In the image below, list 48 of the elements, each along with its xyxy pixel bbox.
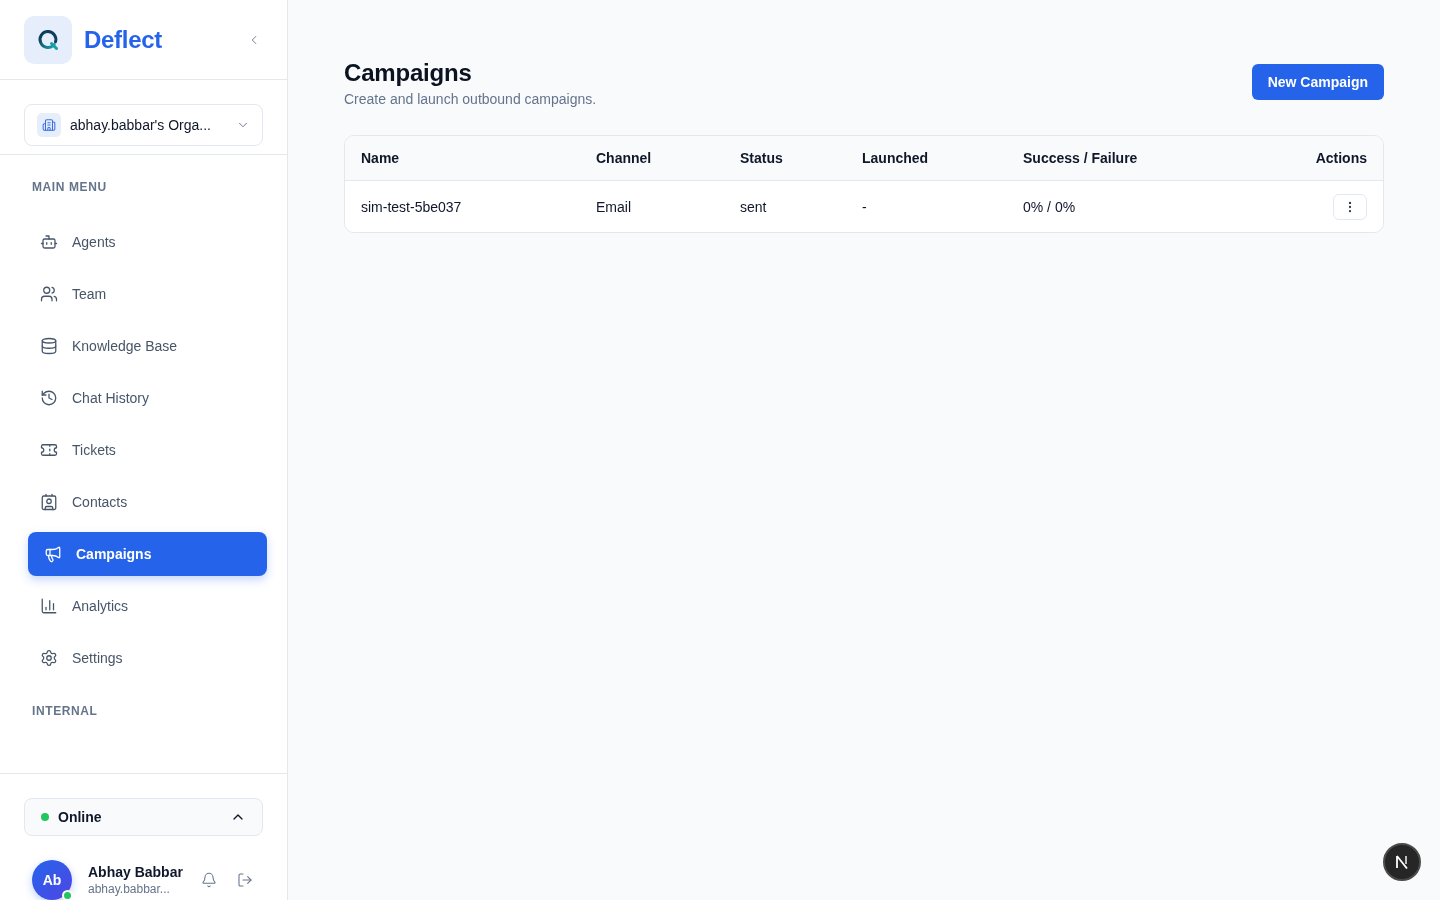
- column-header: Actions: [1315, 150, 1367, 166]
- database-icon: [40, 337, 58, 355]
- column-header: Name: [361, 150, 401, 166]
- nav-item[interactable]: Analytics: [28, 584, 267, 628]
- column-header: Channel: [596, 150, 653, 166]
- nav-item[interactable]: Tickets: [28, 428, 267, 472]
- table-cell-text: Email: [596, 198, 632, 215]
- user-name: Abhay Babbar: [88, 864, 183, 880]
- page-title: Campaigns: [344, 60, 473, 86]
- history-icon: [40, 389, 58, 407]
- nav-item[interactable]: Contacts: [28, 480, 267, 524]
- table-cell-text: sent: [740, 198, 768, 215]
- bell-icon: [201, 872, 217, 888]
- brand-name: Deflect: [84, 25, 162, 54]
- section-label: MAIN MENU: [31, 179, 108, 195]
- megaphone-icon: [44, 545, 62, 563]
- new-campaign-button[interactable]: New Campaign: [1251, 64, 1384, 100]
- table-cell-text: sim-test-5be037: [361, 198, 463, 215]
- user-email: abhay.babbar...: [88, 882, 171, 896]
- nav-item[interactable]: Team: [28, 272, 267, 316]
- status-select[interactable]: Online: [24, 798, 263, 836]
- organization-select[interactable]: abhay.babbar's Orga...: [24, 104, 263, 146]
- page-subtitle: Create and launch outbound campaigns.: [344, 90, 597, 108]
- nav-item[interactable]: Chat History: [28, 376, 267, 420]
- status-dot-icon: [41, 813, 49, 821]
- nav-item[interactable]: Knowledge Base: [28, 324, 267, 368]
- building-icon: [37, 113, 61, 137]
- notifications-button[interactable]: [199, 870, 219, 890]
- logo-icon: [24, 15, 72, 64]
- users-icon: [40, 285, 58, 303]
- bar-chart-icon: [40, 597, 58, 615]
- nav-item[interactable]: Agents: [28, 220, 267, 264]
- nav-item[interactable]: Campaigns: [28, 532, 267, 576]
- contact-card-icon: [40, 493, 58, 511]
- table-cell-text: -: [862, 198, 868, 215]
- avatar: Ab: [32, 860, 72, 900]
- column-header: Launched: [862, 150, 930, 166]
- section-label: INTERNAL: [31, 703, 99, 719]
- settings-icon: [40, 649, 58, 667]
- robot-icon: [40, 233, 58, 251]
- ticket-icon: [40, 441, 58, 459]
- nav-item[interactable]: Settings: [28, 636, 267, 680]
- n-logo-icon: [1395, 855, 1409, 869]
- column-header: Success / Failure: [1023, 150, 1139, 166]
- column-header: Status: [740, 150, 784, 166]
- floating-round-button[interactable]: [1383, 843, 1421, 881]
- logout-icon: [237, 872, 253, 888]
- table-cell-text: 0% / 0%: [1023, 198, 1077, 215]
